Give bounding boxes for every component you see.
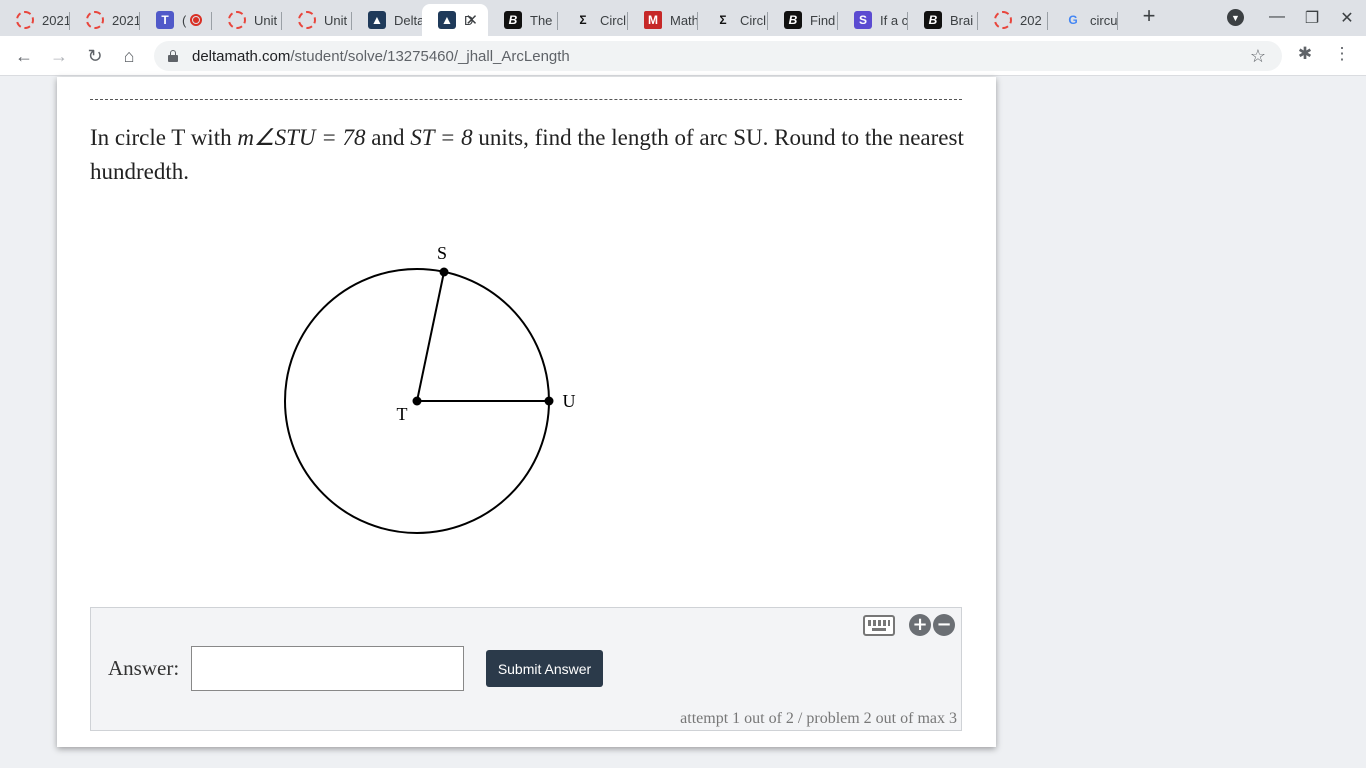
extensions-puzzle-icon[interactable]: ✱ <box>1293 44 1317 64</box>
radius-ts <box>416 271 445 402</box>
divider <box>90 99 962 100</box>
browser-tab[interactable]: Unit <box>212 4 282 36</box>
answer-label: Answer: <box>108 656 180 680</box>
angle-expression: m∠STU = 78 <box>237 125 366 150</box>
dashed-circle-icon <box>298 11 316 29</box>
label-u: U <box>563 391 576 411</box>
url-path: /student/solve/13275460/_jhall_ArcLength <box>290 47 570 65</box>
browser-tab-strip: 2021 2021 T ( Unit Unit ▲ Delta ▲ D ✕ B … <box>0 0 1366 36</box>
label-s: S <box>437 243 447 263</box>
browser-tab[interactable]: ▲ Delta <box>352 4 422 36</box>
address-bar[interactable]: deltamath.com/student/solve/13275460/_jh… <box>154 41 1282 71</box>
zoom-in-icon[interactable]: + <box>909 614 931 636</box>
browser-tab[interactable]: Σ Circl <box>558 4 628 36</box>
lock-icon <box>168 50 178 62</box>
forward-arrow-icon[interactable]: → <box>47 44 71 68</box>
bookmark-star-icon[interactable]: ☆ <box>1250 46 1266 67</box>
browser-tab[interactable]: Unit <box>282 4 352 36</box>
browser-tab[interactable]: 2021 <box>0 4 70 36</box>
submit-answer-button[interactable]: Submit Answer <box>486 650 603 687</box>
dashed-circle-icon <box>994 11 1012 29</box>
dashed-circle-icon <box>228 11 246 29</box>
brainly-icon: B <box>924 11 942 29</box>
page-viewport: In circle T with m∠STU = 78 and ST = 8 u… <box>0 77 1366 768</box>
point-u <box>544 396 554 406</box>
menu-kebab-icon[interactable]: ⋮ <box>1330 44 1354 64</box>
keyboard-icon[interactable] <box>863 615 895 636</box>
deltamath-icon: ▲ <box>368 11 386 29</box>
point-t <box>412 396 422 406</box>
m-icon: M <box>644 11 662 29</box>
segment-expression: ST = 8 <box>410 125 473 150</box>
sigma-icon: Σ <box>719 13 727 27</box>
back-arrow-icon[interactable]: ← <box>12 44 36 68</box>
label-t: T <box>397 404 408 424</box>
close-window-icon[interactable]: ✕ <box>1337 8 1357 28</box>
browser-tab[interactable]: B The <box>488 4 558 36</box>
new-tab-plus-icon[interactable]: + <box>1138 5 1160 28</box>
attempt-status: attempt 1 out of 2 / problem 2 out of ma… <box>680 710 957 727</box>
point-s <box>439 267 449 277</box>
answer-panel: + − Answer: Submit Answer attempt 1 out … <box>90 607 962 731</box>
dashed-circle-icon <box>86 11 104 29</box>
google-icon: G <box>1068 13 1078 27</box>
browser-tab[interactable]: M Math <box>628 4 698 36</box>
brainly-icon: B <box>784 11 802 29</box>
minimize-icon[interactable]: — <box>1267 8 1287 26</box>
browser-tab-active[interactable]: ▲ D ✕ <box>422 4 488 36</box>
home-icon[interactable]: ⌂ <box>117 44 141 68</box>
reload-icon[interactable]: ↻ <box>83 44 107 68</box>
browser-tab[interactable]: 2021 <box>70 4 140 36</box>
deltamath-icon: ▲ <box>438 11 456 29</box>
brainly-icon: B <box>504 11 522 29</box>
zoom-out-icon[interactable]: − <box>933 614 955 636</box>
circle-diagram: S T U <box>284 243 576 534</box>
url-domain: deltamath.com <box>192 47 291 65</box>
problem-card: In circle T with m∠STU = 78 and ST = 8 u… <box>57 77 996 747</box>
browser-tab[interactable]: S If a c <box>838 4 908 36</box>
recording-icon <box>190 14 203 26</box>
browser-tab[interactable]: 202 <box>978 4 1048 36</box>
answer-input[interactable] <box>191 646 464 691</box>
teams-icon: T <box>156 11 174 29</box>
browser-toolbar: ← → ↻ ⌂ deltamath.com/student/solve/1327… <box>0 36 1366 76</box>
restore-icon[interactable]: ❐ <box>1302 8 1322 28</box>
browser-tab[interactable]: G circu <box>1048 4 1118 36</box>
question-text: In circle T with m∠STU = 78 and ST = 8 u… <box>90 125 964 184</box>
s-icon: S <box>854 11 872 29</box>
browser-tab[interactable]: B Brai <box>908 4 978 36</box>
browser-tab[interactable]: Σ Circl <box>698 4 768 36</box>
browser-tab[interactable]: B Find <box>768 4 838 36</box>
close-tab-icon[interactable]: ✕ <box>465 11 478 29</box>
tab-search-icon[interactable]: ▼ <box>1227 9 1244 26</box>
sigma-icon: Σ <box>579 13 587 27</box>
browser-tab[interactable]: T ( <box>140 4 212 36</box>
dashed-circle-icon <box>16 11 34 29</box>
